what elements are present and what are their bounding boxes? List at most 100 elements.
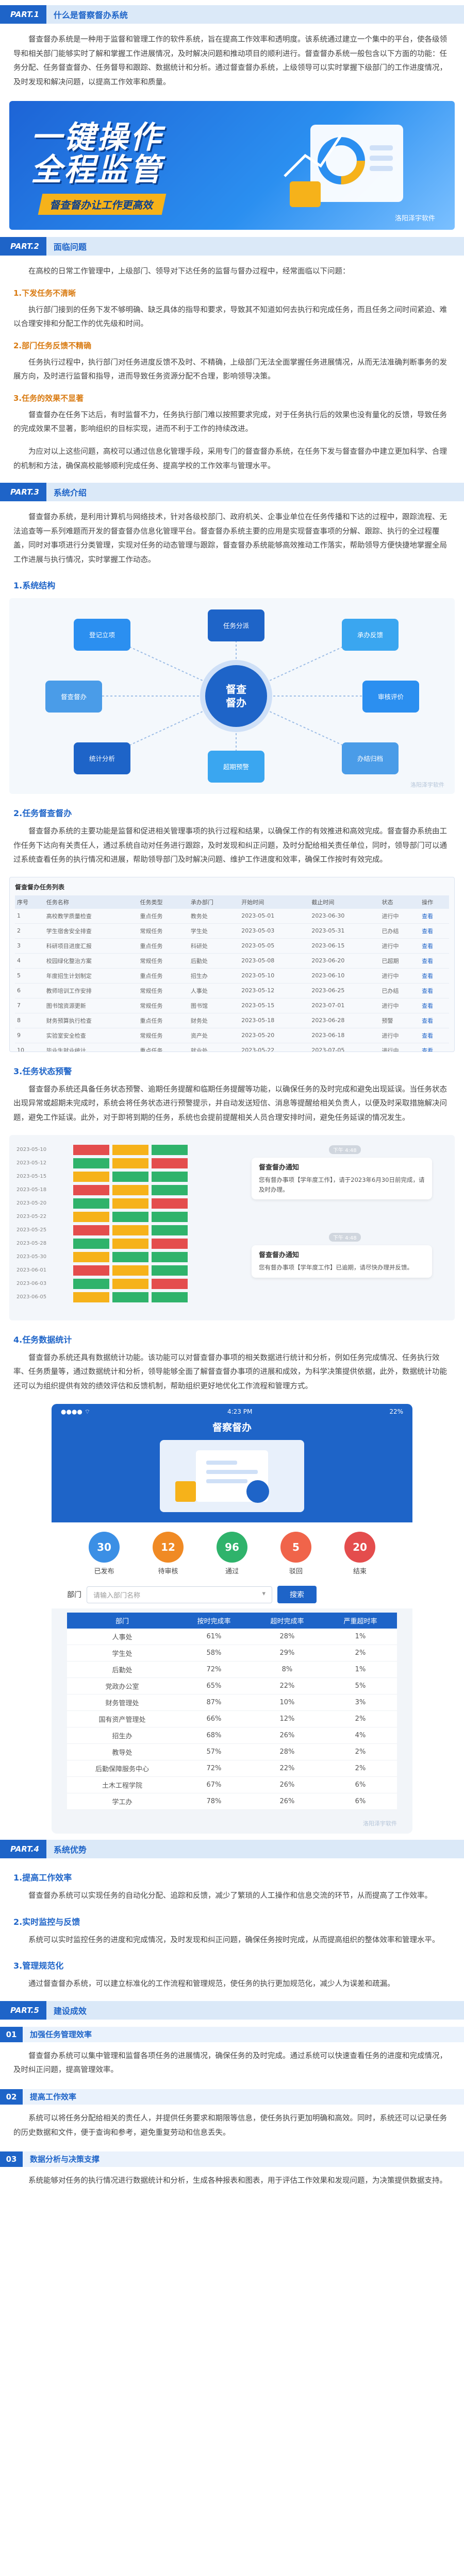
result-1-text: 督查督办系统可以集中管理和监督各项任务的进展情况，确保任务的及时完成。通过系统可… bbox=[13, 2052, 447, 2075]
view-link[interactable]: 查看 bbox=[420, 923, 449, 939]
view-link[interactable]: 查看 bbox=[420, 1028, 449, 1043]
col-header: 状态 bbox=[379, 895, 420, 909]
col-header: 操作 bbox=[420, 895, 449, 909]
table-row: 后勤保障服务中心 72% 22% 2% bbox=[67, 1760, 397, 1777]
gantt-date: 2023-06-01 bbox=[16, 1267, 47, 1274]
table-row[interactable]: 5 年度招生计划制定 重点任务 招生办 2023-05-10 2023-06-10 进行中查… bbox=[15, 968, 449, 984]
view-link[interactable]: 查看 bbox=[420, 953, 449, 969]
task-list-screenshot: 督查督办任务列表 序号 任务名称 任务类型 承办部门 开始时间 截止时间 状态 … bbox=[9, 876, 455, 1052]
table-row: 土木工程学院 67% 26% 6% bbox=[67, 1776, 397, 1794]
view-link[interactable]: 查看 bbox=[420, 998, 449, 1013]
table-cell: 重点任务 bbox=[138, 1013, 189, 1028]
battery-level: 22% bbox=[389, 1408, 403, 1416]
rate-header-row: 部门 按时完成率 超时完成率 严重超时率 bbox=[67, 1613, 397, 1629]
status-cell: 进行中 bbox=[379, 968, 420, 984]
table-cell: 68% bbox=[177, 1727, 251, 1744]
table-cell: 2023-06-20 bbox=[309, 953, 380, 969]
table-row[interactable]: 10 毕业生就业统计 重点任务 就业处 2023-05-22 2023-07-05 进行中查… bbox=[15, 1043, 449, 1052]
table-cell: 57% bbox=[177, 1743, 251, 1761]
view-link[interactable]: 查看 bbox=[420, 983, 449, 998]
section-label: 任务数据统计 bbox=[22, 1334, 72, 1345]
section-num: 1 bbox=[13, 581, 20, 591]
gantt-date: 2023-05-22 bbox=[16, 1214, 47, 1220]
table-row[interactable]: 6 教师培训工作安排 常规任务 人事处 2023-05-12 2023-06-25 已办结查… bbox=[15, 983, 449, 998]
result-1-header: 01 加强任务管理效率 bbox=[0, 2026, 464, 2042]
status-cell: 进行中 bbox=[379, 998, 420, 1013]
gantt-row: 2023-05-28 bbox=[16, 1237, 233, 1250]
table-row[interactable]: 9 实验室安全检查 常规任务 资产处 2023-05-20 2023-06-18 进行中 查看 bbox=[15, 1028, 449, 1043]
alert-message-text: 您有督办事项【学年度工作】，请于2023年6月30日前完成，请及时办理。 bbox=[259, 1176, 425, 1193]
col-header: 承办部门 bbox=[188, 895, 240, 909]
table-cell: 常规任务 bbox=[138, 953, 189, 969]
status-color-cell bbox=[73, 1278, 109, 1289]
table-row[interactable]: 3 科研项目进度汇报 重点任务 科研处 2023-05-05 2023-06-15 进行中查… bbox=[15, 938, 449, 954]
stat-row: 30 已发布 12 待审核 96 通过 5 驳回 20 结束 bbox=[52, 1522, 412, 1581]
table-cell: 2% bbox=[323, 1710, 397, 1728]
table-cell: 实验室安全检查 bbox=[44, 1028, 138, 1043]
table-cell: 26% bbox=[250, 1793, 324, 1810]
table-row[interactable]: 1 高校教学质量检查 重点任务 教务处 2023-05-01 2023-06-30 进行中查… bbox=[15, 908, 449, 924]
status-cell: 已办结 bbox=[379, 923, 420, 939]
view-link[interactable]: 查看 bbox=[420, 1043, 449, 1052]
structure-node: 审核评价 bbox=[362, 681, 419, 713]
table-cell: 图书馆资源更新 bbox=[44, 998, 138, 1013]
view-link[interactable]: 查看 bbox=[420, 968, 449, 984]
view-link[interactable]: 查看 bbox=[420, 938, 449, 954]
alert-message-title: 督查督办通知 bbox=[259, 1163, 300, 1172]
status-color-cell bbox=[112, 1184, 148, 1195]
stat-item[interactable]: 30 已发布 bbox=[89, 1532, 120, 1575]
result-2-num: 02 bbox=[0, 2089, 23, 2105]
gantt-date: 2023-05-20 bbox=[16, 1200, 47, 1207]
gantt-date: 2023-05-10 bbox=[16, 1147, 47, 1153]
dept-select[interactable]: 请输入部门名称 ▾ bbox=[87, 1586, 272, 1603]
banner-headline: 一键操作 全程监管 bbox=[31, 122, 163, 187]
table-row[interactable]: 7 图书馆资源更新 常规任务 图书馆 2023-05-15 2023-07-01 进行中 查看 bbox=[15, 998, 449, 1013]
search-button[interactable]: 搜索 bbox=[277, 1586, 317, 1604]
status-color-cell bbox=[73, 1292, 109, 1302]
stat-count: 12 bbox=[153, 1532, 184, 1563]
status-cell: 进行中 bbox=[379, 1028, 420, 1043]
table-row[interactable]: 2 学生宿舍安全排查 常规任务 学生处 2023-05-03 2023-05-31 已办结查… bbox=[15, 923, 449, 939]
status-color-cell bbox=[112, 1171, 148, 1182]
view-link[interactable]: 查看 bbox=[420, 1013, 449, 1028]
status-color-cell bbox=[112, 1292, 148, 1302]
status-color-cell bbox=[112, 1144, 148, 1155]
table-row: 学生处 58% 29% 2% bbox=[67, 1645, 397, 1662]
stat-item[interactable]: 20 结束 bbox=[344, 1532, 375, 1575]
table-cell: 72% bbox=[177, 1661, 251, 1679]
table-row: 财务管理处 87% 10% 3% bbox=[67, 1694, 397, 1711]
table-cell: 6% bbox=[323, 1793, 397, 1810]
table-cell: 常规任务 bbox=[138, 998, 189, 1013]
mobile-hero-illustration bbox=[160, 1440, 304, 1513]
stat-label: 驳回 bbox=[289, 1568, 303, 1576]
table-cell: 65% bbox=[177, 1677, 251, 1695]
part4-header: PART.4 系统优势 bbox=[0, 1840, 464, 1859]
table-cell: 3 bbox=[15, 938, 44, 954]
overdue-message-card: 督查督办通知 您有督办事项【学年度工作】已逾期，请尽快办理并反馈。 bbox=[252, 1245, 432, 1278]
part1-tag: PART.1 bbox=[3, 5, 46, 24]
structure-node: 统计分析 bbox=[74, 742, 130, 775]
status-color-cell bbox=[152, 1144, 188, 1155]
status-color-cell bbox=[73, 1225, 109, 1235]
status-cell: 预警 bbox=[379, 1013, 420, 1028]
task-table-header-row: 序号 任务名称 任务类型 承办部门 开始时间 截止时间 状态 操作 bbox=[15, 895, 449, 909]
part3-paragraph: 督查督办系统，是利用计算机与网络技术，针对各级校部门、政府机关、企事业单位在任务… bbox=[13, 513, 447, 564]
stat-item[interactable]: 5 驳回 bbox=[280, 1532, 311, 1575]
structure-diagram: 登记立项 任务分派 承办反馈 督查督办 审核评价 统计分析 超期预警 办结归档 … bbox=[9, 598, 455, 794]
status-color-cell bbox=[112, 1251, 148, 1262]
part2-intro: 在高校的日常工作管理中，上级部门、领导对下达任务的监督与督办过程中，经常面临以下… bbox=[28, 267, 350, 276]
status-color-cell bbox=[73, 1251, 109, 1262]
table-row[interactable]: 4 校园绿化整治方案 常规任务 后勤处 2023-05-08 2023-06-20 已超期查… bbox=[15, 953, 449, 969]
stat-item[interactable]: 12 待审核 bbox=[153, 1532, 184, 1575]
table-cell: 教务处 bbox=[188, 908, 240, 924]
gantt-row: 2023-05-25 bbox=[16, 1224, 233, 1237]
table-cell: 2023-06-30 bbox=[309, 908, 380, 924]
stat-item[interactable]: 96 通过 bbox=[217, 1532, 247, 1575]
view-link[interactable]: 查看 bbox=[420, 908, 449, 924]
table-cell: 科研处 bbox=[188, 938, 240, 954]
part2-title: 面临问题 bbox=[53, 242, 87, 252]
table-cell: 2023-06-25 bbox=[309, 983, 380, 998]
table-row[interactable]: 8 财务预算执行检查 重点任务 财务处 2023-05-18 2023-06-28 预警 查看 bbox=[15, 1013, 449, 1028]
gantt-date: 2023-05-15 bbox=[16, 1174, 47, 1180]
table-cell: 人事处 bbox=[188, 983, 240, 998]
